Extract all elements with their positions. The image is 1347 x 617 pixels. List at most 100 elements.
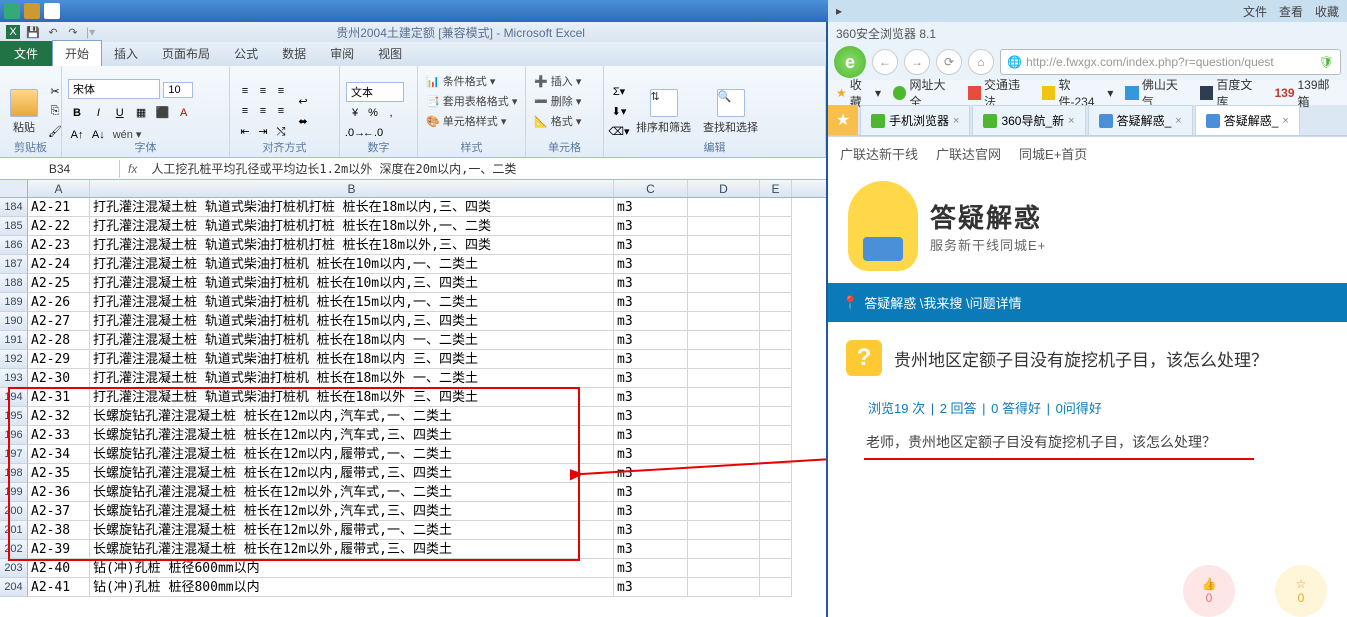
cell[interactable]: A2-38 bbox=[28, 521, 90, 540]
close-icon[interactable]: × bbox=[1068, 115, 1074, 127]
cell[interactable]: A2-36 bbox=[28, 483, 90, 502]
tab-view[interactable]: 视图 bbox=[366, 41, 414, 66]
cell[interactable]: 长螺旋钻孔灌注混凝土桩 桩长在12m以内,履带式,一、二类土 bbox=[90, 445, 614, 464]
row-header[interactable]: 200 bbox=[0, 502, 28, 521]
cell[interactable] bbox=[688, 217, 760, 236]
cell[interactable] bbox=[688, 369, 760, 388]
home-button[interactable]: ⌂ bbox=[968, 49, 994, 75]
cell[interactable]: A2-33 bbox=[28, 426, 90, 445]
cell[interactable]: A2-28 bbox=[28, 331, 90, 350]
row-header[interactable]: 203 bbox=[0, 559, 28, 578]
cell[interactable]: m3 bbox=[614, 540, 688, 559]
align-top-icon[interactable]: ≡ bbox=[236, 82, 254, 100]
align-right-icon[interactable]: ≡ bbox=[272, 102, 290, 120]
name-box[interactable]: B34 bbox=[0, 160, 120, 178]
tab-data[interactable]: 数据 bbox=[270, 41, 318, 66]
row-header[interactable]: 184 bbox=[0, 198, 28, 217]
row-header[interactable]: 204 bbox=[0, 578, 28, 597]
cell[interactable]: m3 bbox=[614, 217, 688, 236]
tab-insert[interactable]: 插入 bbox=[102, 41, 150, 66]
row-header[interactable]: 187 bbox=[0, 255, 28, 274]
cell[interactable]: 长螺旋钻孔灌注混凝土桩 桩长在12m以外,履带式,三、四类土 bbox=[90, 540, 614, 559]
nav-link[interactable]: 广联达新干线 bbox=[840, 144, 918, 163]
row-header[interactable]: 197 bbox=[0, 445, 28, 464]
cell[interactable] bbox=[688, 464, 760, 483]
browser-tab[interactable]: 360导航_新× bbox=[972, 105, 1085, 135]
cell[interactable]: 打孔灌注混凝土桩 轨道式柴油打桩机 桩长在10m以内,三、四类土 bbox=[90, 274, 614, 293]
cell[interactable]: A2-27 bbox=[28, 312, 90, 331]
cell[interactable] bbox=[688, 198, 760, 217]
cell[interactable]: A2-23 bbox=[28, 236, 90, 255]
cell[interactable] bbox=[688, 255, 760, 274]
cell[interactable]: m3 bbox=[614, 502, 688, 521]
cell[interactable]: m3 bbox=[614, 578, 688, 597]
cell[interactable] bbox=[760, 578, 792, 597]
fill-color-button[interactable]: ⬛ bbox=[153, 103, 171, 121]
merge-center-icon[interactable]: ⬌ bbox=[294, 113, 312, 131]
menu-file[interactable]: 文件 bbox=[1243, 3, 1267, 20]
cell[interactable] bbox=[688, 407, 760, 426]
cell[interactable]: 长螺旋钻孔灌注混凝土桩 桩长在12m以外,汽车式,一、二类土 bbox=[90, 483, 614, 502]
cell[interactable] bbox=[760, 217, 792, 236]
align-mid-icon[interactable]: ≡ bbox=[254, 82, 272, 100]
cell[interactable] bbox=[760, 426, 792, 445]
tab-formulas[interactable]: 公式 bbox=[222, 41, 270, 66]
row-header[interactable]: 185 bbox=[0, 217, 28, 236]
cell[interactable]: 长螺旋钻孔灌注混凝土桩 桩长在12m以外,汽车式,三、四类土 bbox=[90, 502, 614, 521]
favorite-button[interactable]: ☆ 0 bbox=[1275, 565, 1327, 617]
cell[interactable]: 打孔灌注混凝土桩 轨道式柴油打桩机 桩长在18m以外 一、二类土 bbox=[90, 369, 614, 388]
cell[interactable]: m3 bbox=[614, 331, 688, 350]
cell[interactable] bbox=[760, 445, 792, 464]
row-header[interactable]: 188 bbox=[0, 274, 28, 293]
cell[interactable] bbox=[760, 331, 792, 350]
border-button[interactable]: ▦ bbox=[132, 103, 150, 121]
taskbar-icon[interactable] bbox=[4, 3, 20, 19]
star-tab-icon[interactable]: ★ bbox=[828, 105, 858, 135]
cell[interactable]: 打孔灌注混凝土桩 轨道式柴油打桩机 桩长在10m以内,一、二类土 bbox=[90, 255, 614, 274]
cell[interactable]: m3 bbox=[614, 388, 688, 407]
close-icon[interactable]: × bbox=[1282, 115, 1288, 127]
cell[interactable] bbox=[688, 540, 760, 559]
fill-icon[interactable]: ⬇▾ bbox=[610, 103, 628, 121]
cell[interactable]: A2-35 bbox=[28, 464, 90, 483]
font-size-combo[interactable]: 10 bbox=[163, 82, 193, 98]
reload-button[interactable]: ⟳ bbox=[936, 49, 962, 75]
cell[interactable]: m3 bbox=[614, 464, 688, 483]
row-header[interactable]: 195 bbox=[0, 407, 28, 426]
cell[interactable] bbox=[688, 331, 760, 350]
browser-logo-icon[interactable]: e bbox=[834, 46, 866, 78]
cell[interactable] bbox=[688, 388, 760, 407]
cell[interactable]: A2-41 bbox=[28, 578, 90, 597]
cell[interactable] bbox=[760, 464, 792, 483]
cell[interactable]: m3 bbox=[614, 255, 688, 274]
cond-format-button[interactable]: 📊 条件格式 ▾ bbox=[424, 72, 519, 90]
cell[interactable] bbox=[688, 483, 760, 502]
undo-icon[interactable]: ↶ bbox=[46, 25, 60, 39]
cell[interactable] bbox=[688, 559, 760, 578]
cell[interactable]: m3 bbox=[614, 198, 688, 217]
cell[interactable] bbox=[688, 445, 760, 464]
cell[interactable]: A2-30 bbox=[28, 369, 90, 388]
font-color-button[interactable]: A bbox=[175, 104, 193, 122]
taskbar-icon[interactable] bbox=[24, 3, 40, 19]
cell[interactable] bbox=[760, 521, 792, 540]
redo-icon[interactable]: ↷ bbox=[66, 25, 80, 39]
cell[interactable] bbox=[760, 255, 792, 274]
cell[interactable]: 长螺旋钻孔灌注混凝土桩 桩长在12m以内,汽车式,三、四类土 bbox=[90, 426, 614, 445]
cell[interactable]: A2-40 bbox=[28, 559, 90, 578]
tab-layout[interactable]: 页面布局 bbox=[150, 41, 222, 66]
row-header[interactable]: 192 bbox=[0, 350, 28, 369]
formula-bar[interactable]: 人工挖孔桩平均孔径或平均边长1.2m以外 深度在20m以内,一、二类 bbox=[145, 158, 826, 179]
fx-icon[interactable]: fx bbox=[120, 162, 145, 176]
row-header[interactable]: 186 bbox=[0, 236, 28, 255]
column-header[interactable]: B bbox=[90, 180, 614, 197]
currency-icon[interactable]: ¥ bbox=[346, 104, 364, 122]
cell[interactable]: 钻(冲)孔桩 桩径600mm以内 bbox=[90, 559, 614, 578]
font-name-combo[interactable]: 宋体 bbox=[68, 79, 160, 99]
column-header[interactable]: D bbox=[688, 180, 760, 197]
comma-icon[interactable]: , bbox=[382, 104, 400, 122]
italic-button[interactable]: I bbox=[89, 104, 107, 122]
cell[interactable]: A2-26 bbox=[28, 293, 90, 312]
cell[interactable] bbox=[760, 540, 792, 559]
autosum-icon[interactable]: Σ▾ bbox=[610, 83, 628, 101]
